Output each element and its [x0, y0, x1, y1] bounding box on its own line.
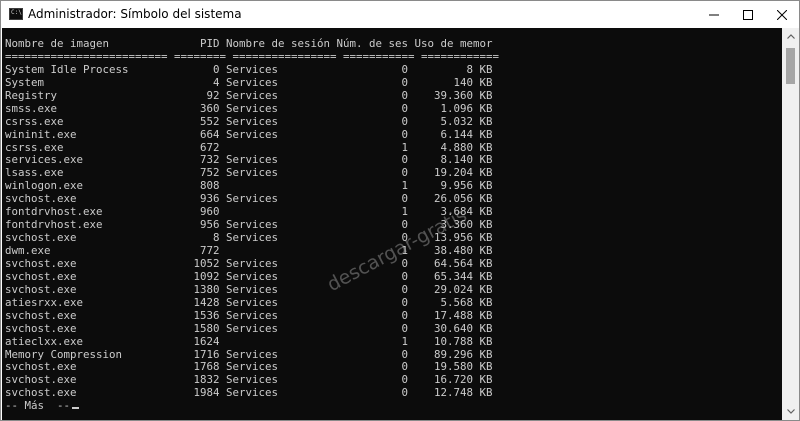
vertical-scrollbar[interactable]: [782, 28, 799, 420]
window-controls: [697, 1, 799, 28]
process-row: atiesrxx.exe 1428 Services 0 5.568 KB: [5, 295, 493, 309]
text-cursor: [72, 407, 80, 410]
tasklist-header: Nombre de imagen PID Nombre de sesión Nú…: [5, 37, 493, 50]
scroll-down-button[interactable]: [782, 403, 799, 420]
tasklist-separator: ========================= ======== =====…: [5, 49, 500, 63]
chevron-down-icon: [786, 409, 795, 414]
process-row: System 4 Services 0 140 KB: [5, 75, 493, 89]
process-row: svchost.exe 1052 Services 0 64.564 KB: [5, 256, 493, 270]
window-title: Administrador: Símbolo del sistema: [28, 7, 242, 21]
maximize-icon: [743, 9, 753, 20]
scroll-up-button[interactable]: [782, 28, 799, 45]
more-prompt: -- Más --: [5, 399, 71, 413]
close-icon: [777, 9, 787, 20]
maximize-button[interactable]: [731, 1, 765, 28]
process-row: Registry 92 Services 0 39.360 KB: [5, 88, 493, 102]
title-bar[interactable]: C:\ Administrador: Símbolo del sistema: [1, 1, 799, 28]
more-prompt-line: -- Más --: [5, 399, 499, 413]
cmd-icon-glyph: C:\: [11, 9, 22, 16]
cmd-icon[interactable]: C:\: [9, 8, 23, 20]
process-row: wininit.exe 664 Services 0 6.144 KB: [5, 127, 493, 141]
process-row: smss.exe 360 Services 0 1.096 KB: [5, 101, 493, 115]
process-row: System Idle Process 0 Services 0 8 KB: [5, 62, 493, 76]
process-row: svchost.exe 1536 Services 0 17.488 KB: [5, 308, 493, 322]
tasklist-output: Nombre de imagen PID Nombre de sesión Nú…: [5, 37, 500, 413]
console-output[interactable]: Nombre de imagen PID Nombre de sesión Nú…: [2, 28, 782, 420]
minimize-icon: [709, 14, 719, 15]
process-row: svchost.exe 1092 Services 0 65.344 KB: [5, 269, 493, 283]
scrollbar-thumb[interactable]: [786, 48, 795, 84]
process-row: dwm.exe 772 1 38.480 KB: [5, 244, 493, 257]
console-window: C:\ Administrador: Símbolo del sistema N…: [0, 0, 800, 421]
process-row: svchost.exe 1984 Services 0 12.748 KB: [5, 386, 493, 400]
process-row: svchost.exe 1580 Services 0 30.640 KB: [5, 321, 493, 335]
process-row: svchost.exe 1380 Services 0 29.024 KB: [5, 282, 493, 296]
minimize-button[interactable]: [697, 1, 731, 28]
chevron-up-icon: [786, 34, 795, 39]
process-row: atieclxx.exe 1624 1 10.788 KB: [5, 334, 493, 348]
close-button[interactable]: [765, 1, 799, 28]
process-row: csrss.exe 552 Services 0 5.032 KB: [5, 114, 493, 128]
